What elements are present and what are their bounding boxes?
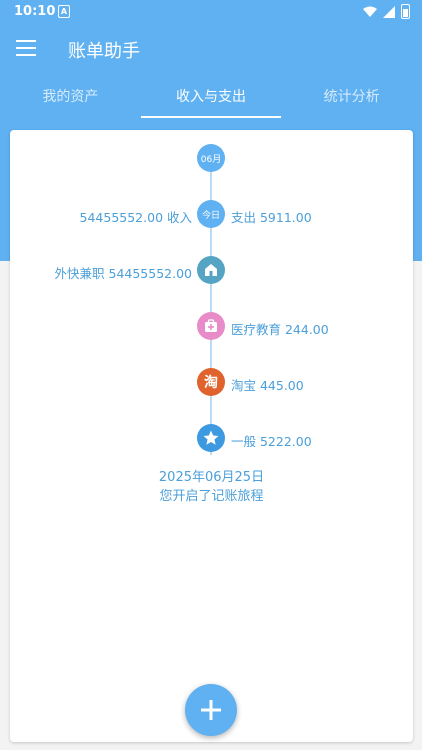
app-title: 账单助手 xyxy=(68,41,140,62)
month-node: 06月 xyxy=(197,144,225,172)
tab-income-expense[interactable]: 收入与支出 xyxy=(140,76,282,120)
wifi-icon xyxy=(363,6,377,17)
app-bar: 账单助手 xyxy=(0,24,422,76)
star-icon[interactable] xyxy=(197,424,225,452)
entry-label-general[interactable]: 一般 5222.00 xyxy=(231,431,312,450)
tab-assets[interactable]: 我的资产 xyxy=(0,76,141,120)
today-expense-label: 支出 5911.00 xyxy=(231,210,312,225)
today-income-label: 54455552.00 收入 xyxy=(79,210,192,225)
entry-label-taobao[interactable]: 淘宝 445.00 xyxy=(231,375,304,394)
start-text: 您开启了记账旅程 xyxy=(159,489,264,504)
entry-label-medical[interactable]: 医疗教育 244.00 xyxy=(231,319,329,338)
start-date: 2025年06月25日 xyxy=(158,470,265,485)
medical-kit-icon[interactable] xyxy=(197,312,225,340)
menu-icon[interactable] xyxy=(16,40,36,56)
signal-icon xyxy=(383,5,395,18)
entry-label-parttime[interactable]: 外快兼职 54455552.00 xyxy=(55,263,192,282)
taobao-icon[interactable]: 淘 xyxy=(197,368,225,396)
status-bar: 10:10 A xyxy=(0,0,422,24)
tab-statistics[interactable]: 统计分析 xyxy=(281,76,422,120)
today-node: 今日 xyxy=(197,200,225,228)
tab-bar: 我的资产 收入与支出 统计分析 xyxy=(0,76,422,120)
add-record-button[interactable] xyxy=(185,684,237,736)
plus-icon xyxy=(201,700,221,720)
battery-icon xyxy=(401,4,410,19)
house-icon[interactable] xyxy=(197,256,225,284)
status-icons xyxy=(363,4,410,19)
notification-icon: A xyxy=(58,5,70,18)
timeline-card: 06月 54455552.00 收入 今日 支出 5911.00 外快兼职 54… xyxy=(10,130,413,742)
status-time: 10:10 xyxy=(14,4,56,19)
